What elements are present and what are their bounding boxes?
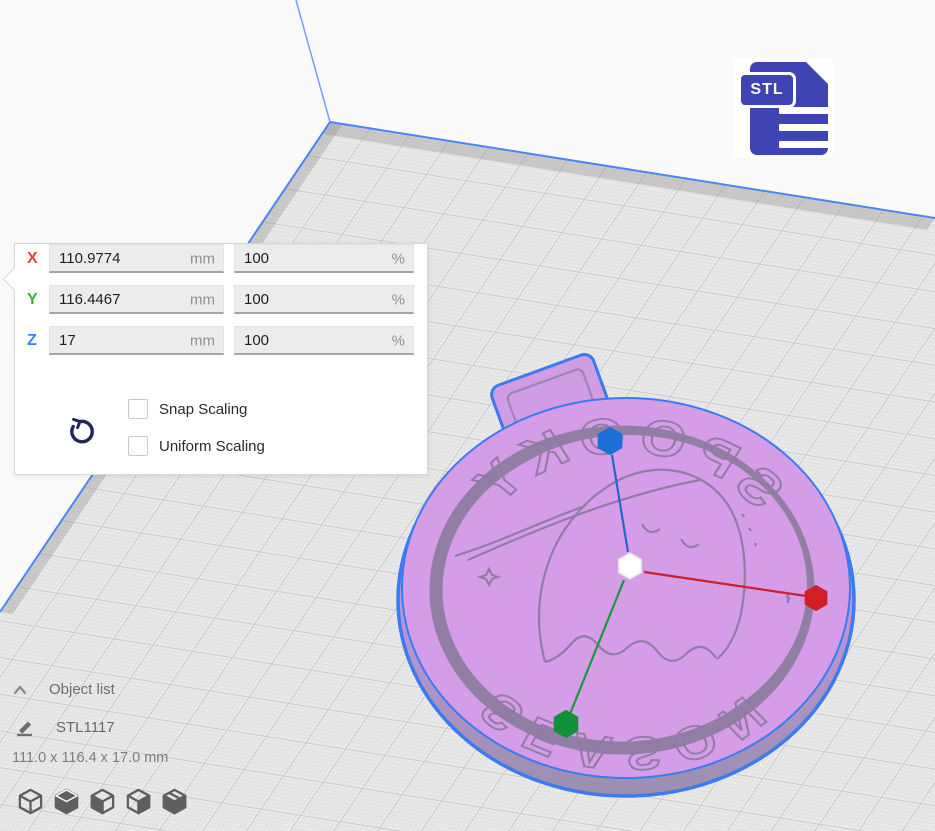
y-percent-input[interactable] xyxy=(234,285,414,314)
stl-text-line xyxy=(779,124,832,131)
view-3d-icon xyxy=(16,787,45,816)
reset-icon xyxy=(65,416,95,446)
object-list-header[interactable]: Object list xyxy=(13,681,115,698)
x-scale-handle[interactable] xyxy=(806,586,827,610)
model-dimensions-text: 111.0 x 116.4 x 17.0 mm xyxy=(12,750,168,766)
scale-row-z: Z mm % xyxy=(27,326,414,355)
view-right-button[interactable] xyxy=(160,787,189,816)
view-left-button[interactable] xyxy=(124,787,153,816)
snap-scaling-checkbox-row[interactable]: Snap Scaling xyxy=(128,399,247,419)
build-volume-edge xyxy=(296,0,330,122)
x-size-input[interactable] xyxy=(49,244,224,273)
cura-viewport-app: SPOOKY SEASON xyxy=(0,0,935,831)
y-axis-label: Y xyxy=(27,291,49,309)
view-top-button[interactable] xyxy=(88,787,117,816)
scale-row-y: Y mm % xyxy=(27,285,414,314)
stl-text-line xyxy=(779,107,832,114)
uniform-scaling-checkbox-row[interactable]: Uniform Scaling xyxy=(128,436,265,456)
view-left-icon xyxy=(124,787,153,816)
z-axis-label: Z xyxy=(27,332,49,350)
view-front-button[interactable] xyxy=(52,787,81,816)
reset-scale-button[interactable] xyxy=(65,416,95,446)
center-scale-handle[interactable] xyxy=(619,553,642,579)
view-3d-button[interactable] xyxy=(16,787,45,816)
z-size-input[interactable] xyxy=(49,326,224,355)
uniform-scaling-label: Uniform Scaling xyxy=(159,438,265,455)
stl-file-icon: STL xyxy=(733,58,833,158)
scale-tool-panel: X mm % Y mm % Z mm % Snap Scaling Unifor xyxy=(14,243,428,475)
stl-fold-corner xyxy=(805,61,829,85)
scale-row-x: X mm % xyxy=(27,244,414,273)
x-axis-label: X xyxy=(27,250,49,268)
view-top-icon xyxy=(88,787,117,816)
z-percent-input[interactable] xyxy=(234,326,414,355)
object-name: STL1117 xyxy=(56,719,115,736)
chevron-up-icon xyxy=(13,685,27,695)
object-list-item[interactable]: STL1117 xyxy=(15,717,115,737)
y-size-input[interactable] xyxy=(49,285,224,314)
snap-scaling-label: Snap Scaling xyxy=(159,401,247,418)
z-scale-handle[interactable] xyxy=(599,428,622,454)
stl-label: STL xyxy=(738,72,796,108)
x-percent-input[interactable] xyxy=(234,244,414,273)
uniform-scaling-checkbox[interactable] xyxy=(128,436,148,456)
object-list-title: Object list xyxy=(49,681,115,698)
y-scale-handle[interactable] xyxy=(555,711,578,737)
stl-text-line xyxy=(779,141,832,148)
view-front-icon xyxy=(52,787,81,816)
camera-view-toolbar xyxy=(16,787,196,816)
snap-scaling-checkbox[interactable] xyxy=(128,399,148,419)
pencil-icon xyxy=(15,717,37,737)
view-right-icon xyxy=(160,787,189,816)
